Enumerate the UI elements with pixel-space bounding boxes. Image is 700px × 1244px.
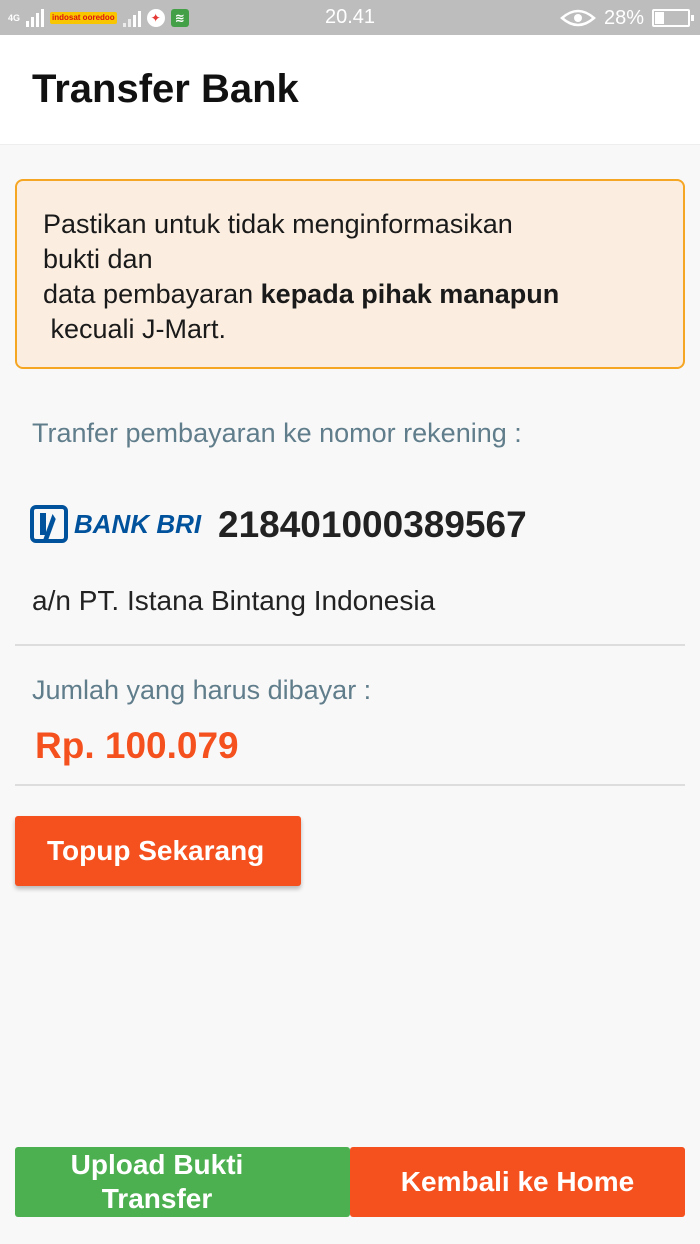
notice-line-4: kecuali J-Mart.: [43, 314, 227, 344]
back-home-button[interactable]: Kembali ke Home: [350, 1147, 685, 1217]
notice-line-3: data pembayaran kepada pihak manapun: [43, 277, 657, 312]
notice-line-3-text: data pembayaran: [43, 279, 261, 309]
notice-emphasis: kepada pihak manapun: [260, 279, 560, 309]
amount-value: Rp. 100.079: [35, 725, 239, 766]
battery-icon: [652, 9, 694, 27]
battery-fill: [655, 12, 664, 24]
transfer-label: Tranfer pembayaran ke nomor rekening :: [32, 418, 522, 448]
divider: [15, 784, 685, 786]
bri-logo-icon: [30, 505, 68, 543]
battery-percent: 28%: [603, 6, 644, 29]
topup-button[interactable]: Topup Sekarang: [15, 816, 301, 886]
status-bar: 4G indosat ooredoo ✦ ≋ 20.41 28%: [0, 0, 700, 35]
bank-name: BANK BRI: [74, 508, 202, 539]
eye-icon: [560, 9, 596, 27]
page-title: Transfer Bank: [32, 67, 299, 111]
bank-logo: BANK BRI: [30, 505, 201, 543]
account-number: 218401000389567: [218, 504, 527, 545]
upload-proof-button[interactable]: Upload Bukti Transfer: [15, 1147, 350, 1217]
notice-line-1: Pastikan untuk tidak menginformasikan: [43, 209, 513, 239]
bri-logo: BANK BRI: [30, 505, 201, 543]
status-bar-right: 28%: [560, 5, 694, 31]
amount-label: Jumlah yang harus dibayar :: [32, 675, 372, 705]
privacy-notice: Pastikan untuk tidak menginformasikan bu…: [15, 179, 685, 369]
account-holder: a/n PT. Istana Bintang Indonesia: [32, 585, 436, 616]
app-bar: Transfer Bank: [0, 35, 700, 145]
divider: [15, 644, 685, 646]
upload-proof-label: Upload Bukti Transfer: [70, 1149, 244, 1214]
notice-line-2: bukti dan: [43, 244, 153, 274]
